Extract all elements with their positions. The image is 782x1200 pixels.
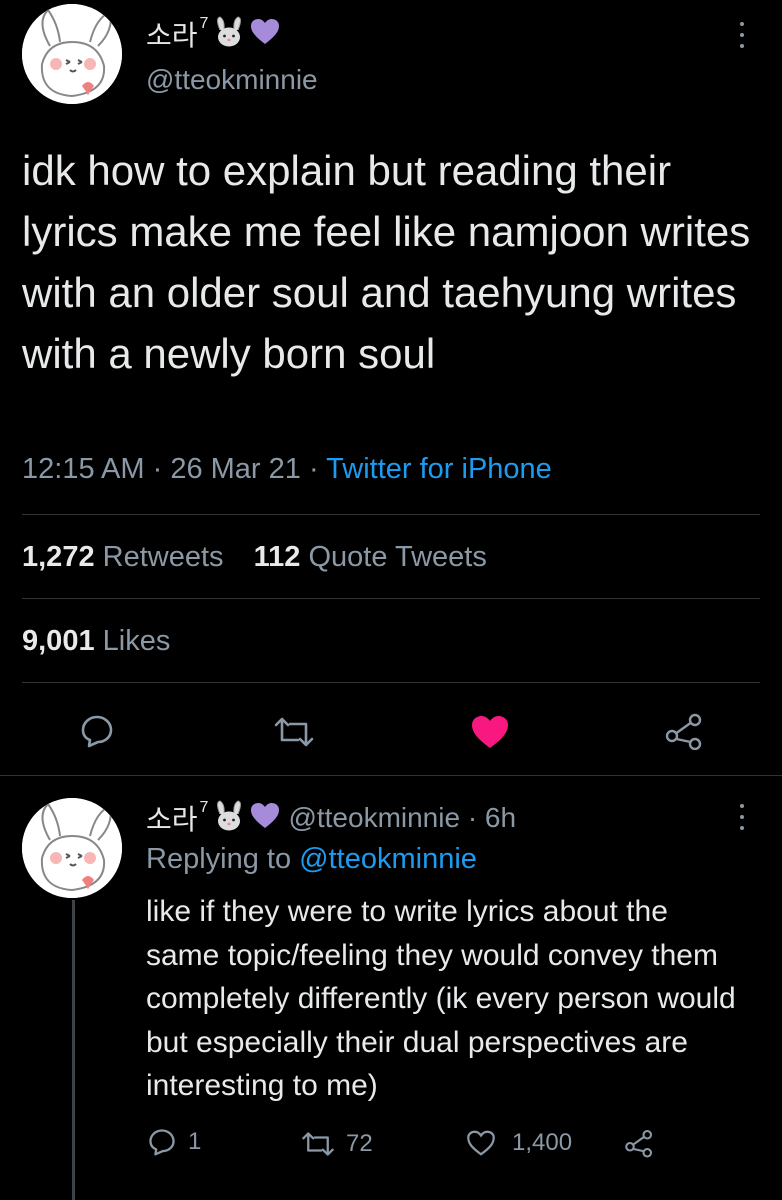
divider	[22, 598, 760, 599]
heart-outline-icon	[467, 1130, 495, 1156]
more-dot-icon	[740, 22, 744, 26]
meta-separator: ·	[308, 453, 327, 485]
reply-text: like if they were to write lyrics about …	[146, 895, 736, 1102]
more-dot-icon	[740, 804, 744, 808]
purple-heart-icon	[250, 18, 280, 51]
likes-count: 9,001	[22, 625, 95, 657]
quote-label: Quote Tweets	[308, 541, 487, 573]
likes-label: Likes	[102, 625, 171, 657]
reply-display-name[interactable]: 소라	[146, 798, 198, 838]
reply-count: 1	[188, 1128, 202, 1155]
more-dot-icon	[740, 826, 744, 830]
heart-filled-icon	[472, 716, 508, 748]
reply-like-count: 1,400	[512, 1129, 573, 1156]
reply-button[interactable]	[80, 714, 114, 748]
share-icon	[665, 713, 702, 750]
replying-to: Replying to @tteokminnie	[146, 843, 477, 876]
display-name-row[interactable]: 소라 7	[146, 14, 280, 54]
retweet-button[interactable]	[272, 716, 316, 748]
replying-to-mention[interactable]: @tteokminnie	[299, 843, 477, 875]
reply-name-superscript: 7	[199, 799, 209, 816]
retweets-label: Retweets	[102, 541, 224, 573]
tweet-time[interactable]: 12:15 AM	[22, 453, 145, 485]
tweet-meta: 12:15 AM · 26 Mar 21 · Twitter for iPhon…	[22, 453, 552, 486]
retweet-icon	[302, 1132, 334, 1156]
divider	[22, 514, 760, 515]
tweet-source-link[interactable]: Twitter for iPhone	[326, 453, 552, 485]
reply-reply-button[interactable]: 1	[148, 1128, 201, 1156]
bunny-avatar-icon	[22, 798, 122, 898]
more-dot-icon	[740, 33, 744, 37]
reply-share-button[interactable]	[624, 1128, 654, 1158]
more-dot-icon	[740, 815, 744, 819]
reply-avatar[interactable]	[22, 798, 122, 898]
name-superscript: 7	[199, 15, 209, 32]
reply-more-options-button[interactable]	[737, 804, 747, 830]
more-options-button[interactable]	[737, 22, 747, 48]
share-icon	[625, 1129, 653, 1158]
retweet-icon	[274, 717, 314, 747]
reply-retweet-button[interactable]: 72	[300, 1130, 373, 1158]
reply-icon	[81, 715, 113, 748]
tweet-text: idk how to explain but reading their lyr…	[22, 147, 751, 377]
quotes-stat[interactable]: 112 Quote Tweets	[254, 541, 487, 573]
reply-icon	[149, 1129, 175, 1156]
replying-to-label: Replying to	[146, 843, 292, 875]
user-handle[interactable]: @tteokminnie	[146, 64, 318, 96]
retweets-stat[interactable]: 1,272 Retweets	[22, 541, 224, 573]
display-name[interactable]: 소라	[146, 14, 198, 54]
reply-retweet-count: 72	[346, 1130, 373, 1157]
reply-handle-time[interactable]: @tteokminnie · 6h	[288, 802, 516, 834]
thread-line	[72, 900, 75, 1200]
rabbit-face-icon	[212, 15, 246, 53]
bunny-avatar-icon	[22, 4, 122, 104]
quote-count: 112	[253, 541, 301, 573]
reply-like-button[interactable]: 1,400	[466, 1129, 572, 1157]
divider	[22, 682, 760, 683]
likes-stat[interactable]: 9,001 Likes	[22, 625, 170, 658]
retweet-stats: 1,272 Retweets 112 Quote Tweets	[22, 541, 487, 574]
avatar[interactable]	[22, 4, 122, 104]
purple-heart-icon	[250, 802, 280, 835]
rabbit-face-icon	[212, 799, 246, 837]
share-button[interactable]	[664, 712, 704, 750]
like-button[interactable]	[470, 714, 510, 750]
more-dot-icon	[740, 44, 744, 48]
divider	[0, 775, 782, 776]
tweet-date[interactable]: 26 Mar 21	[170, 453, 301, 485]
reply-name-row[interactable]: 소라 7 @tteokminnie · 6h	[146, 798, 516, 838]
meta-separator: ·	[152, 453, 171, 485]
retweets-count: 1,272	[22, 541, 95, 573]
